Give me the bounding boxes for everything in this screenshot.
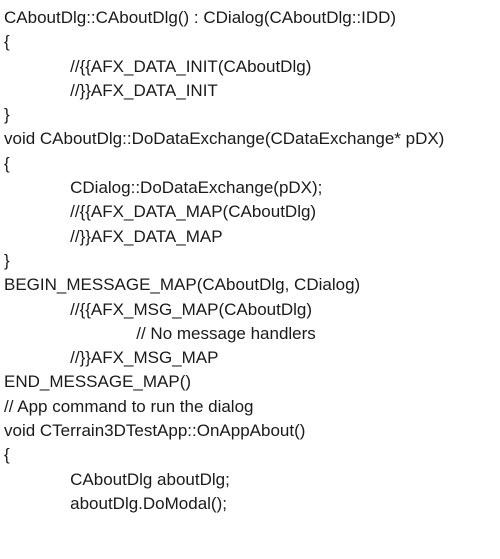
code-line: aboutDlg.DoModal();	[4, 492, 496, 516]
code-line: //}}AFX_DATA_INIT	[4, 79, 496, 103]
code-line: END_MESSAGE_MAP()	[4, 370, 496, 394]
code-line: {	[4, 152, 496, 176]
code-line: //{{AFX_DATA_MAP(CAboutDlg)	[4, 200, 496, 224]
code-line: void CAboutDlg::DoDataExchange(CDataExch…	[4, 127, 496, 151]
code-line: }	[4, 103, 496, 127]
code-line: {	[4, 443, 496, 467]
code-line: void CTerrain3DTestApp::OnAppAbout()	[4, 419, 496, 443]
code-line: CAboutDlg aboutDlg;	[4, 468, 496, 492]
code-line: //{{AFX_DATA_INIT(CAboutDlg)	[4, 55, 496, 79]
code-block: CAboutDlg::CAboutDlg() : CDialog(CAboutD…	[0, 0, 500, 516]
code-line: BEGIN_MESSAGE_MAP(CAboutDlg, CDialog)	[4, 273, 496, 297]
code-line: // No message handlers	[4, 322, 496, 346]
code-line: {	[4, 30, 496, 54]
code-line: //}}AFX_MSG_MAP	[4, 346, 496, 370]
code-line: //}}AFX_DATA_MAP	[4, 225, 496, 249]
code-line: CAboutDlg::CAboutDlg() : CDialog(CAboutD…	[4, 6, 496, 30]
code-line: //{{AFX_MSG_MAP(CAboutDlg)	[4, 298, 496, 322]
code-line: // App command to run the dialog	[4, 395, 496, 419]
code-line: CDialog::DoDataExchange(pDX);	[4, 176, 496, 200]
code-line: }	[4, 249, 496, 273]
